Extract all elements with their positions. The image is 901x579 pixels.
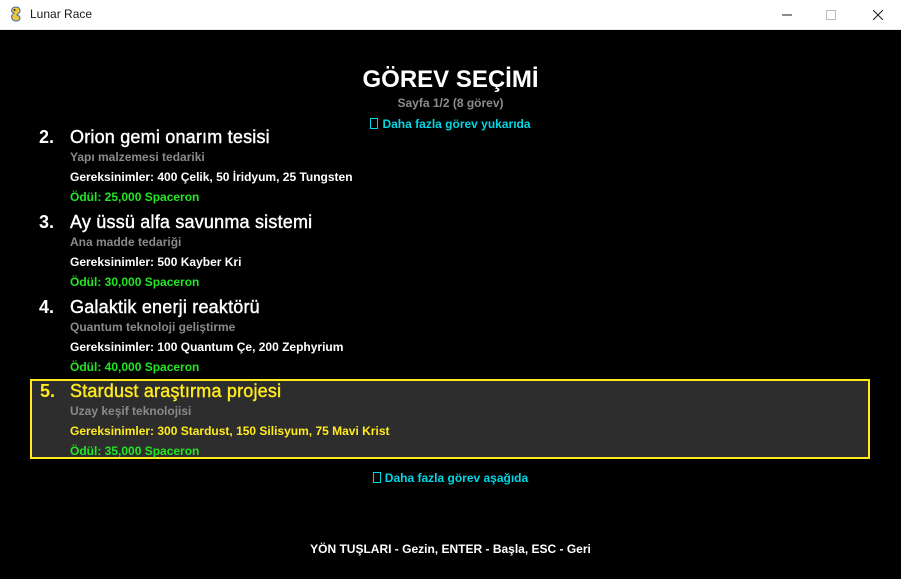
controls-help: YÖN TUŞLARI - Gezin, ENTER - Başla, ESC … — [310, 542, 591, 556]
more-down-hint: Daha fazla görev aşağıda — [0, 471, 901, 485]
maximize-icon — [826, 9, 836, 20]
mission-requirements: Gereksinimler: 100 Quantum Çe, 200 Zephy… — [70, 340, 344, 354]
minimize-button[interactable] — [764, 0, 810, 29]
mission-requirements: Gereksinimler: 300 Stardust, 150 Silisyu… — [70, 424, 390, 438]
mission-number: 2. — [39, 127, 55, 147]
close-button[interactable] — [855, 0, 901, 29]
mission-requirements: Gereksinimler: 400 Çelik, 50 İridyum, 25… — [70, 170, 353, 184]
minimize-icon — [782, 14, 792, 15]
mission-item[interactable]: 4. Galaktik enerji reaktörü Quantum tekn… — [30, 295, 870, 375]
mission-requirements: Gereksinimler: 500 Kayber Kri — [70, 255, 242, 269]
more-down-text: Daha fazla görev aşağıda — [384, 471, 529, 485]
mission-reward: Ödül: 40,000 Spaceron — [70, 360, 200, 374]
mission-reward: Ödül: 30,000 Spaceron — [70, 275, 200, 289]
missing-glyph-icon — [372, 472, 381, 483]
window-titlebar: Lunar Race — [0, 0, 901, 30]
maximize-button[interactable] — [808, 0, 854, 29]
mission-number: 3. — [39, 212, 55, 232]
mission-subtitle: Uzay keşif teknolojisi — [70, 404, 192, 418]
mission-subtitle: Quantum teknoloji geliştirme — [70, 320, 236, 334]
mission-number: 5. — [40, 381, 56, 401]
mission-name: Stardust araştırma projesi — [70, 381, 282, 401]
window-title: Lunar Race — [30, 7, 93, 21]
mission-name: Galaktik enerji reaktörü — [70, 297, 260, 317]
mission-item[interactable]: 3. Ay üssü alfa savunma sistemi Ana madd… — [30, 210, 870, 290]
mission-subtitle: Ana madde tedariği — [70, 235, 182, 249]
mission-reward: Ödül: 25,000 Spaceron — [70, 190, 200, 204]
page-info: Sayfa 1/2 (8 görev) — [397, 96, 504, 110]
pygame-snake-icon — [11, 6, 21, 22]
mission-subtitle: Yapı malzemesi tedariki — [70, 150, 205, 164]
game-canvas: GÖREV SEÇİMİ Sayfa 1/2 (8 görev) Daha fa… — [0, 30, 901, 579]
mission-name: Orion gemi onarım tesisi — [70, 127, 270, 147]
mission-number: 4. — [39, 297, 55, 317]
mission-item[interactable]: 2. Orion gemi onarım tesisi Yapı malzeme… — [30, 125, 870, 205]
close-icon — [873, 9, 883, 20]
screen-title: GÖREV SEÇİMİ — [362, 66, 539, 93]
mission-reward: Ödül: 35,000 Spaceron — [70, 444, 200, 458]
mission-name: Ay üssü alfa savunma sistemi — [70, 212, 313, 232]
mission-item-selected[interactable]: 5. Stardust araştırma projesi Uzay keşif… — [30, 379, 870, 459]
